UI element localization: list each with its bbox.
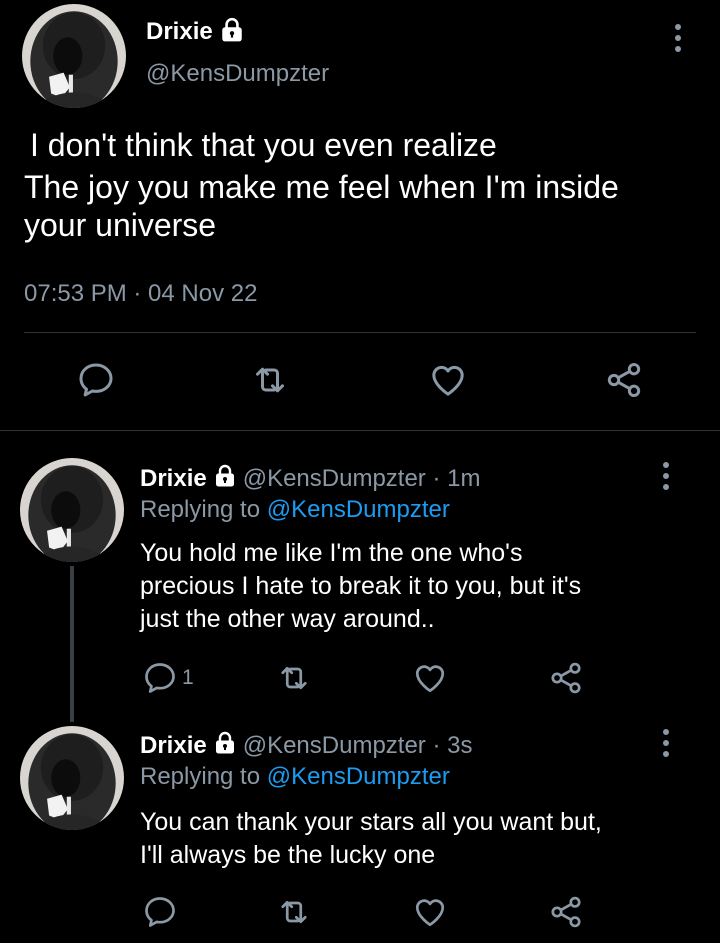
reply-icon xyxy=(76,360,116,400)
reply-text-line: You hold me like I'm the one who's xyxy=(140,539,523,567)
reply-button[interactable]: 1 xyxy=(142,660,194,696)
share-icon xyxy=(604,360,644,400)
retweet-button[interactable] xyxy=(276,660,312,696)
handle-time[interactable]: @KensDumpzter · 3s xyxy=(243,732,473,760)
author-row: Drixie xyxy=(146,14,245,50)
reply-header: Drixie @KensDumpzter · 3s xyxy=(140,729,472,763)
retweet-icon xyxy=(276,660,312,696)
share-button[interactable] xyxy=(604,360,644,400)
replying-prefix: Replying to xyxy=(140,496,267,523)
share-button[interactable] xyxy=(548,894,584,930)
lock-icon xyxy=(219,17,245,48)
tweet-text-line: your universe xyxy=(24,207,217,243)
handle[interactable]: @KensDumpzter xyxy=(146,60,329,88)
thread-line xyxy=(70,566,74,722)
reply-text: You hold me like I'm the one who's preci… xyxy=(140,537,700,636)
more-vertical-icon[interactable] xyxy=(666,20,690,60)
divider xyxy=(24,332,696,333)
retweet-icon xyxy=(276,894,312,930)
replying-to: Replying to @KensDumpzter xyxy=(140,763,450,791)
like-button[interactable] xyxy=(412,660,448,696)
reply-button[interactable] xyxy=(76,360,116,400)
divider xyxy=(0,430,720,431)
lock-icon xyxy=(213,731,237,762)
replying-to: Replying to @KensDumpzter xyxy=(140,496,450,524)
retweet-button[interactable] xyxy=(276,894,312,930)
reply-button[interactable] xyxy=(142,894,178,930)
heart-icon xyxy=(412,660,448,696)
retweet-icon xyxy=(250,360,290,400)
reply-text-line: just the other way around.. xyxy=(140,605,435,633)
display-name[interactable]: Drixie xyxy=(140,732,207,760)
reply-icon xyxy=(142,660,178,696)
display-name[interactable]: Drixie xyxy=(140,465,207,493)
reply-icon xyxy=(142,894,178,930)
share-icon xyxy=(548,660,584,696)
reply-text: You can thank your stars all you want bu… xyxy=(140,806,700,872)
reply-count: 1 xyxy=(182,666,194,689)
more-vertical-icon[interactable] xyxy=(654,458,678,498)
lock-icon xyxy=(213,464,237,495)
tweet-text-line: The joy you make me feel when I'm inside xyxy=(24,169,619,205)
mention-link[interactable]: @KensDumpzter xyxy=(267,763,450,790)
like-button[interactable] xyxy=(428,360,468,400)
avatar[interactable] xyxy=(22,4,126,108)
tweet-text: I don't think that you even realize The … xyxy=(24,124,704,246)
tweet-text-line: I don't think that you even realize xyxy=(30,127,497,163)
mention-link[interactable]: @KensDumpzter xyxy=(267,496,450,523)
replying-prefix: Replying to xyxy=(140,763,267,790)
display-name[interactable]: Drixie xyxy=(146,18,213,46)
reply-text-line: You can thank your stars all you want bu… xyxy=(140,808,602,836)
reply-header: Drixie @KensDumpzter · 1m xyxy=(140,462,480,496)
share-button[interactable] xyxy=(548,660,584,696)
handle-time[interactable]: @KensDumpzter · 1m xyxy=(243,465,481,493)
avatar[interactable] xyxy=(20,458,124,562)
like-button[interactable] xyxy=(412,894,448,930)
share-icon xyxy=(548,894,584,930)
retweet-button[interactable] xyxy=(250,360,290,400)
heart-icon xyxy=(428,360,468,400)
more-vertical-icon[interactable] xyxy=(654,725,678,765)
avatar[interactable] xyxy=(20,726,124,830)
reply-text-line: I'll always be the lucky one xyxy=(140,841,436,869)
heart-icon xyxy=(412,894,448,930)
reply-text-line: precious I hate to break it to you, but … xyxy=(140,572,582,600)
timestamp[interactable]: 07:53 PM · 04 Nov 22 xyxy=(24,280,257,308)
